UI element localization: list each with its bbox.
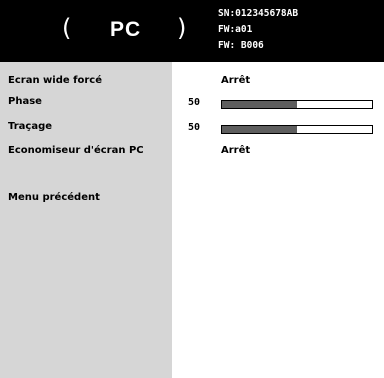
menu-item-pc-screensaver[interactable]: Economiseur d'écran PC [8, 145, 144, 156]
labels-panel [0, 62, 172, 378]
menu-item-phase[interactable]: Phase [8, 96, 42, 107]
phase-slider-fill [222, 101, 297, 108]
tracking-slider-fill [222, 126, 297, 133]
menu-item-wide-screen[interactable]: Ecran wide forcé [8, 75, 102, 86]
firmware-b: FW: B006 [218, 40, 264, 51]
phase-slider[interactable] [221, 100, 373, 109]
device-info: SN:012345678AB FW:a01 FW: B006 [218, 6, 298, 54]
menu-header: ( PC ) SN:012345678AB FW:a01 FW: B006 [0, 0, 384, 62]
tracking-number: 50 [188, 122, 201, 133]
pc-screensaver-value[interactable]: Arrêt [221, 145, 250, 156]
values-panel [172, 62, 384, 378]
serial-number: SN:012345678AB [218, 8, 299, 19]
tracking-slider[interactable] [221, 125, 373, 134]
firmware-a: FW:a01 [218, 24, 253, 35]
phase-number: 50 [188, 97, 201, 108]
menu-item-tracking[interactable]: Traçage [8, 121, 52, 132]
menu-title: PC [110, 18, 142, 41]
left-paren: ( [62, 14, 72, 42]
wide-screen-value[interactable]: Arrêt [221, 75, 250, 86]
menu-item-previous-menu[interactable]: Menu précédent [8, 192, 100, 203]
right-paren: ) [177, 14, 187, 42]
